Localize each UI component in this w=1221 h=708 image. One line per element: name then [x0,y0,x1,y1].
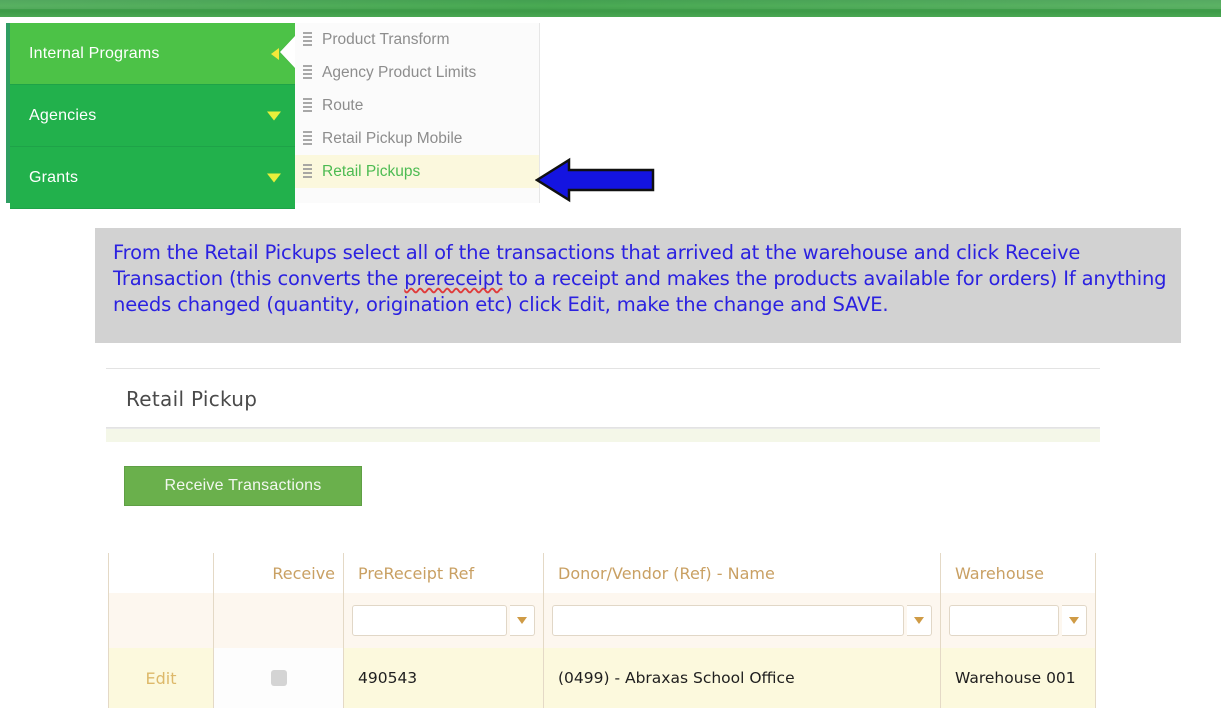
filter-cell-actions [109,593,214,648]
instruction-callout: From the Retail Pickups select all of th… [95,228,1181,343]
grid-header-label: Receive [272,563,335,583]
grid-header-row: Receive PreReceipt Ref Donor/Vendor (Ref… [109,553,1096,593]
submenu-item-route[interactable]: Route [295,89,539,122]
filter-input-warehouse[interactable] [949,605,1059,636]
page-title: Retail Pickup [126,387,258,411]
retail-pickup-grid: Receive PreReceipt Ref Donor/Vendor (Ref… [108,553,1096,708]
submenu-item-label: Agency Product Limits [322,63,477,81]
nav-item-label: Agencies [29,106,97,124]
submenu-item-label: Retail Pickups [322,162,421,180]
panel-accent-strip [106,428,1100,442]
grid-header-label: Warehouse [955,563,1044,583]
submenu-item-product-transform[interactable]: Product Transform [295,23,539,56]
submenu-pointer-notch [280,36,295,68]
instruction-text: From the Retail Pickups select all of th… [113,240,1167,318]
grip-handle-icon [303,98,312,113]
misspelled-word: prereceipt [404,267,503,290]
page-root: Internal Programs Agencies Grants Produc… [0,0,1221,708]
filter-input-donor-vendor[interactable] [552,605,904,636]
filter-group-donor-vendor [552,605,932,636]
caret-down-icon [267,111,281,120]
receive-transactions-button[interactable]: Receive Transactions [124,466,362,506]
grid-header-donor-vendor[interactable]: Donor/Vendor (Ref) - Name [544,553,941,593]
submenu-item-label: Route [322,96,364,114]
cell-value: (0499) - Abraxas School Office [558,669,795,687]
submenu-item-agency-product-limits[interactable]: Agency Product Limits [295,56,539,89]
grid-header-actions [109,553,214,593]
grid-header-warehouse[interactable]: Warehouse [941,553,1096,593]
filter-group-prereceipt-ref [352,605,535,636]
filter-input-prereceipt-ref[interactable] [352,605,507,636]
filter-cell-warehouse [941,593,1096,648]
filter-cell-prereceipt-ref [344,593,544,648]
row-receive-cell [214,648,344,708]
row-prereceipt-ref-cell: 490543 [344,648,544,708]
grid-header-label: Donor/Vendor (Ref) - Name [558,563,775,583]
chevron-down-icon [914,617,924,624]
nav-item-grants[interactable]: Grants [10,147,295,209]
nav-item-label: Internal Programs [29,44,160,62]
submenu-item-label: Retail Pickup Mobile [322,129,463,147]
chevron-down-icon [517,617,527,624]
filter-dropdown-prereceipt-ref[interactable] [510,605,535,636]
cell-value: Warehouse 001 [955,669,1076,687]
edit-link[interactable]: Edit [146,669,177,688]
filter-dropdown-warehouse[interactable] [1062,605,1087,636]
left-nav: Internal Programs Agencies Grants [6,23,295,209]
nav-item-agencies[interactable]: Agencies [10,85,295,147]
nav-item-internal-programs[interactable]: Internal Programs [10,23,295,85]
filter-cell-receive [214,593,344,648]
grip-handle-icon [303,164,312,179]
filter-group-warehouse [949,605,1087,636]
caret-left-icon [271,47,279,60]
grid-header-receive[interactable]: Receive [214,553,344,593]
row-donor-vendor-cell: (0499) - Abraxas School Office [544,648,941,708]
caret-down-icon [267,173,281,182]
cell-value: 490543 [358,669,418,687]
grid-header-prereceipt-ref[interactable]: PreReceipt Ref [344,553,544,593]
submenu-item-retail-pickups[interactable]: Retail Pickups [295,155,539,188]
grid-filter-row [109,593,1096,648]
submenu-item-label: Product Transform [322,30,450,48]
grip-handle-icon [303,65,312,80]
grip-handle-icon [303,131,312,146]
filter-cell-donor-vendor [544,593,941,648]
top-green-band [0,0,1221,17]
nav-item-label: Grants [29,168,79,186]
submenu-panel: Product Transform Agency Product Limits … [295,23,540,203]
row-warehouse-cell: Warehouse 001 [941,648,1096,708]
top-band-sheen [0,0,1221,9]
grip-handle-icon [303,32,312,47]
receive-checkbox[interactable] [270,670,287,686]
chevron-down-icon [1069,617,1079,624]
annotation-arrow-icon [535,157,655,203]
table-row: Edit 490543 (0499) - Abraxas School Offi… [109,648,1096,708]
submenu-item-retail-pickup-mobile[interactable]: Retail Pickup Mobile [295,122,539,155]
grid-header-label: PreReceipt Ref [358,563,475,583]
row-actions-cell: Edit [109,648,214,708]
filter-dropdown-donor-vendor[interactable] [907,605,932,636]
content-panel: Retail Pickup [106,368,1100,442]
